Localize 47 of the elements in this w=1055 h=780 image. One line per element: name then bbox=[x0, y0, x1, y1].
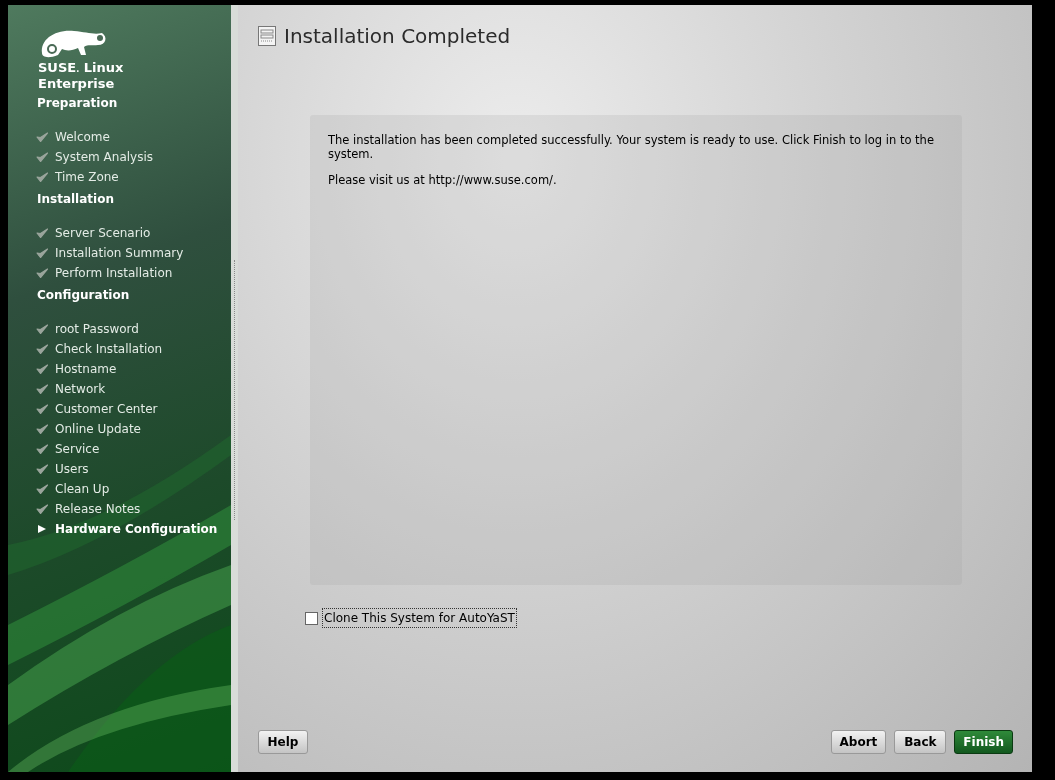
checkbox-label[interactable]: Clone This System for AutoYaST bbox=[322, 608, 517, 628]
step-label: Online Update bbox=[55, 421, 141, 438]
step-label: Perform Installation bbox=[55, 265, 173, 282]
step-label: Hostname bbox=[55, 361, 117, 378]
finish-button[interactable]: Finish bbox=[954, 730, 1013, 754]
checkmark-icon bbox=[36, 324, 48, 334]
checkmark-icon bbox=[36, 404, 48, 414]
step-label: Customer Center bbox=[55, 401, 158, 418]
checkmark-icon bbox=[36, 152, 48, 162]
message-text: Please visit us at http://www.suse.com/. bbox=[328, 173, 558, 187]
checkmark-icon bbox=[36, 444, 48, 454]
arrow-icon bbox=[37, 524, 47, 534]
document-icon bbox=[258, 26, 276, 46]
step-label: Service bbox=[55, 441, 100, 458]
checkmark-icon bbox=[36, 504, 48, 514]
checkmark-icon bbox=[36, 228, 48, 238]
clone-checkbox[interactable] bbox=[305, 611, 318, 625]
page-title: Installation Completed bbox=[284, 23, 511, 50]
step-label: Welcome bbox=[55, 129, 110, 146]
step-label: Check Installation bbox=[55, 341, 163, 358]
help-button[interactable]: Help bbox=[258, 730, 308, 754]
checkmark-icon bbox=[36, 464, 48, 474]
dialog-button[interactable]: Abort bbox=[830, 730, 887, 754]
step-label: root Password bbox=[55, 321, 139, 338]
section-heading: Configuration bbox=[36, 287, 131, 304]
step-label: Hardware Configuration bbox=[55, 521, 218, 538]
step-label: Server Scenario bbox=[55, 225, 151, 242]
step-label: Users bbox=[55, 461, 89, 478]
step-label: Installation Summary bbox=[55, 245, 184, 262]
checkmark-icon bbox=[36, 484, 48, 494]
step-label: System Analysis bbox=[55, 149, 153, 166]
checkmark-icon bbox=[36, 248, 48, 258]
step-label: Network bbox=[55, 381, 106, 398]
section-heading: Preparation bbox=[36, 95, 119, 112]
checkmark-icon bbox=[36, 344, 48, 354]
checkmark-icon bbox=[36, 384, 48, 394]
checkmark-icon bbox=[36, 268, 48, 278]
step-label: Time Zone bbox=[55, 169, 119, 186]
checkmark-icon bbox=[36, 364, 48, 374]
checkmark-icon bbox=[36, 132, 48, 142]
message-text: The installation has been completed successfully. Your system is ready to use. Click Finish to log in to the system. bbox=[328, 133, 935, 161]
step-label: Release Notes bbox=[55, 501, 141, 518]
step-label: Clean Up bbox=[55, 481, 110, 498]
dialog-button[interactable]: Back bbox=[894, 730, 947, 754]
brand-name: SUSE. Linux Enterprise bbox=[38, 61, 125, 91]
checkmark-icon bbox=[36, 172, 48, 182]
section-heading: Installation bbox=[36, 191, 115, 208]
